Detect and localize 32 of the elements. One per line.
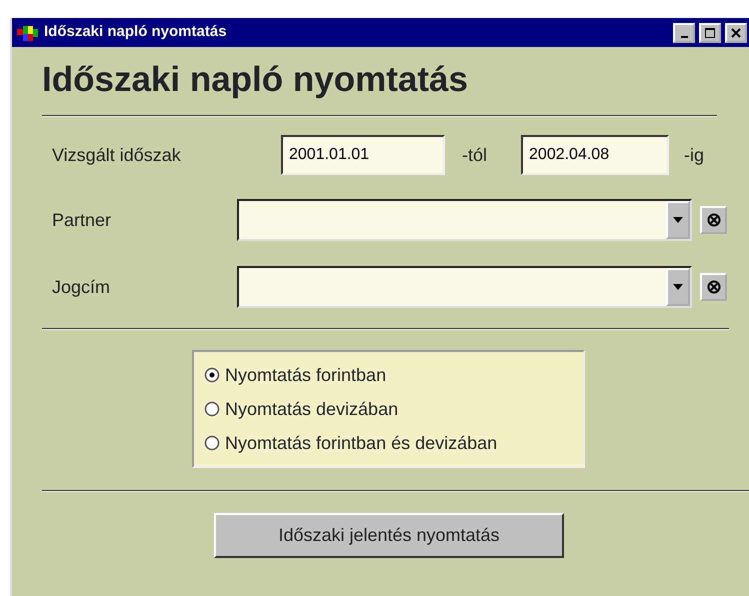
suffix-label: -tól	[462, 144, 488, 166]
date-field[interactable]: 2001.01.01	[281, 135, 445, 175]
maximize-button[interactable]	[699, 22, 721, 42]
combo-box[interactable]	[237, 199, 692, 241]
field-label: Partner	[52, 208, 112, 232]
field-label: Jogcím	[52, 276, 112, 299]
close-icon	[730, 26, 742, 38]
clear-button[interactable]	[700, 206, 727, 234]
caret-icon	[673, 284, 683, 290]
dropdown-button[interactable]	[666, 268, 690, 306]
radio-button[interactable]	[204, 367, 220, 383]
clear-button[interactable]	[700, 273, 727, 301]
page-heading: Időszaki napló nyomtatás	[42, 59, 469, 101]
minimize-button[interactable]	[673, 22, 695, 42]
option-label: Nyomtatás forintban és devizában	[225, 432, 498, 455]
suffix-label: -ig	[684, 144, 704, 167]
option-label: Nyomtatás devizában	[225, 398, 398, 421]
dropdown-button[interactable]	[666, 201, 690, 239]
clear-icon	[706, 213, 720, 227]
date-field[interactable]: 2002.04.08	[521, 135, 670, 175]
option-label: Nyomtatás forintban	[225, 364, 386, 387]
field-label: Vizsgált időszak	[52, 144, 182, 167]
radio-button[interactable]	[204, 401, 220, 417]
minimize-icon	[680, 36, 688, 38]
radio-button[interactable]	[204, 435, 220, 451]
close-button[interactable]	[725, 22, 747, 42]
caret-icon	[673, 217, 683, 223]
clear-icon	[706, 280, 720, 294]
print-button[interactable]: Időszaki jelentés nyomtatás	[214, 513, 564, 558]
window-title: Időszaki napló nyomtatás	[44, 22, 228, 42]
combo-box[interactable]	[237, 266, 692, 308]
maximize-icon	[704, 26, 716, 38]
